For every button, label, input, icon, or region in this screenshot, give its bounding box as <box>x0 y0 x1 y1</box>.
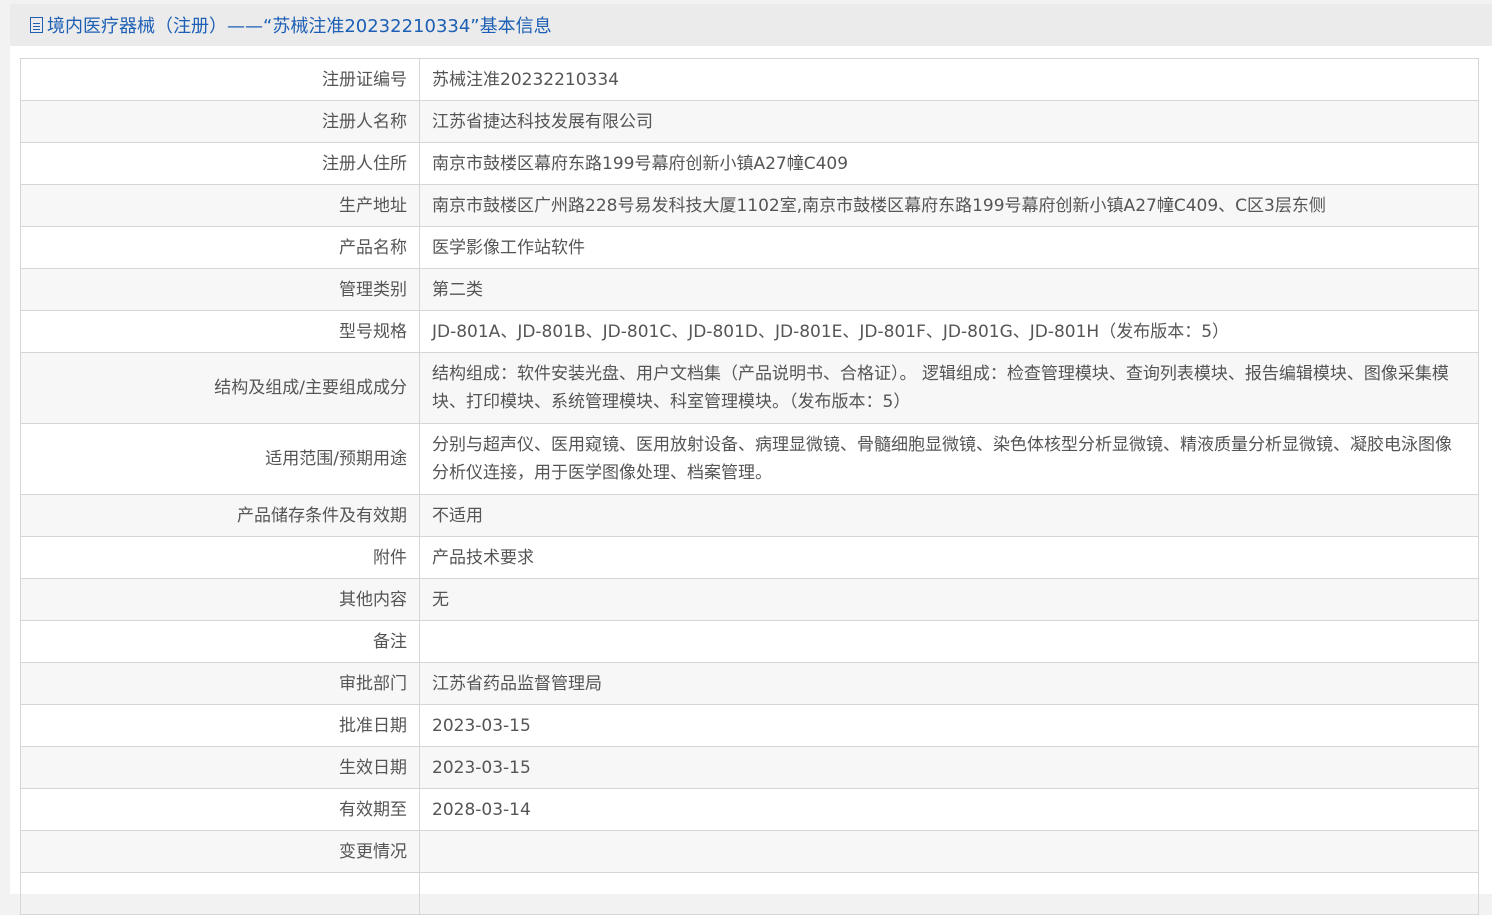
table-row: 备注 <box>20 620 1479 663</box>
table-row: 注册人名称 江苏省捷达科技发展有限公司 <box>20 100 1479 143</box>
page-header: 境内医疗器械（注册）——“苏械注准20232210334”基本信息 <box>10 4 1492 46</box>
page-title: 境内医疗器械（注册）——“苏械注准20232210334”基本信息 <box>47 16 552 37</box>
field-value: 南京市鼓楼区广州路228号易发科技大厦1102室,南京市鼓楼区幕府东路199号幕… <box>419 184 1479 227</box>
field-label: 生产地址 <box>20 184 420 227</box>
table-row: 结构及组成/主要组成成分 结构组成：软件安装光盘、用户文档集（产品说明书、合格证）… <box>20 352 1479 424</box>
field-value: 2023-03-15 <box>419 704 1479 747</box>
table-row: 附件 产品技术要求 <box>20 536 1479 579</box>
field-value <box>419 830 1479 873</box>
table-row: 注册人住所 南京市鼓楼区幕府东路199号幕府创新小镇A27幢C409 <box>20 142 1479 185</box>
field-label: 结构及组成/主要组成成分 <box>20 352 420 424</box>
field-label: 产品名称 <box>20 226 420 269</box>
field-label: 备注 <box>20 620 420 663</box>
table-row: 型号规格 JD-801A、JD-801B、JD-801C、JD-801D、JD-8… <box>20 310 1479 353</box>
field-label: 其他内容 <box>20 578 420 621</box>
field-label: 产品储存条件及有效期 <box>20 494 420 537</box>
field-label: 注册人住所 <box>20 142 420 185</box>
field-label: 注册证编号 <box>20 58 420 101</box>
table-row: 批准日期 2023-03-15 <box>20 704 1479 747</box>
table-row: 管理类别 第二类 <box>20 268 1479 311</box>
field-label: 管理类别 <box>20 268 420 311</box>
field-label: 型号规格 <box>20 310 420 353</box>
field-label: 附件 <box>20 536 420 579</box>
table-row: 审批部门 江苏省药品监督管理局 <box>20 662 1479 705</box>
field-value: 江苏省药品监督管理局 <box>419 662 1479 705</box>
table-row: 产品名称 医学影像工作站软件 <box>20 226 1479 269</box>
field-value: 结构组成：软件安装光盘、用户文档集（产品说明书、合格证）。 逻辑组成：检查管理模… <box>419 352 1479 424</box>
field-label: 变更情况 <box>20 830 420 873</box>
info-table: 注册证编号 苏械注准20232210334 注册人名称 江苏省捷达科技发展有限公司 注册… <box>20 58 1479 915</box>
field-value: 分别与超声仪、医用窥镜、医用放射设备、病理显微镜、骨髓细胞显微镜、染色体核型分析… <box>419 423 1479 495</box>
table-row: 有效期至 2028-03-14 <box>20 788 1479 831</box>
table-row: 生产地址 南京市鼓楼区广州路228号易发科技大厦1102室,南京市鼓楼区幕府东路1… <box>20 184 1479 227</box>
field-value: 2028-03-14 <box>419 788 1479 831</box>
field-label: 适用范围/预期用途 <box>20 423 420 495</box>
field-value: 无 <box>419 578 1479 621</box>
field-label: 批准日期 <box>20 704 420 747</box>
table-row: 产品储存条件及有效期 不适用 <box>20 494 1479 537</box>
field-value: 医学影像工作站软件 <box>419 226 1479 269</box>
field-label: 审批部门 <box>20 662 420 705</box>
table-row: 变更情况 <box>20 830 1479 873</box>
field-value: 产品技术要求 <box>419 536 1479 579</box>
field-value: 2023-03-15 <box>419 746 1479 789</box>
field-value: 苏械注准20232210334 <box>419 58 1479 101</box>
table-row: 注册证编号 苏械注准20232210334 <box>20 58 1479 101</box>
table-row: 适用范围/预期用途 分别与超声仪、医用窥镜、医用放射设备、病理显微镜、骨髓细胞显微… <box>20 423 1479 495</box>
field-label: 注册人名称 <box>20 100 420 143</box>
field-label: 有效期至 <box>20 788 420 831</box>
document-icon <box>30 17 43 33</box>
field-label: 生效日期 <box>20 746 420 789</box>
field-value: 南京市鼓楼区幕府东路199号幕府创新小镇A27幢C409 <box>419 142 1479 185</box>
field-value <box>419 620 1479 663</box>
field-value: 江苏省捷达科技发展有限公司 <box>419 100 1479 143</box>
field-value: 不适用 <box>419 494 1479 537</box>
field-value: 第二类 <box>419 268 1479 311</box>
table-row: 其他内容无 <box>20 578 1479 621</box>
field-value: JD-801A、JD-801B、JD-801C、JD-801D、JD-801E、… <box>419 310 1479 353</box>
table-row: 生效日期 2023-03-15 <box>20 746 1479 789</box>
